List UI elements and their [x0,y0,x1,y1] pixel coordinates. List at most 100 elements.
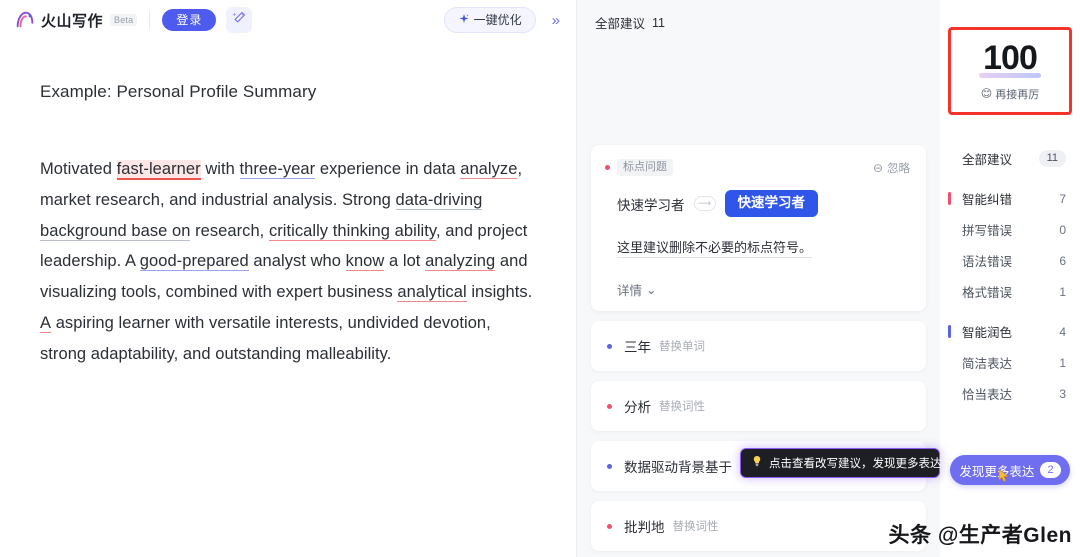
watermark: 头条 @生产者Glen [888,524,1072,547]
document-issue-mark[interactable]: A [40,313,52,333]
rewrite-tooltip-text: 点击查看改写建议，发现更多表达 [769,458,942,470]
discover-more-badge: 2 [1040,461,1061,479]
suggestion-header-count: 11 [652,15,665,30]
suggestion-correction-row: 快速学习者 ⟶ 快速学习者 [617,190,910,218]
document-issue-mark[interactable]: good-prepared [139,252,249,272]
brand-name: 火山写作 [41,12,104,30]
document-text-run: experience in data [315,160,461,178]
category-item-all[interactable]: 全部建议 11 [940,143,1080,174]
document-text-run: aspiring learner with versatile interest… [40,313,491,363]
apply-correction-button[interactable]: 快速学习者 [724,190,818,218]
suggestion-card[interactable]: 标点问题 ⊖ 忽略 快速学习者 ⟶ 快速学习者 这里建议删除不必要的标点符号。 … [591,145,926,312]
suggestion-card-tag-group: 标点问题 [605,159,673,177]
magic-wand-icon [232,10,247,30]
category-item-grammar[interactable]: 语法错误 6 [940,245,1080,276]
score-card: 100 😊 再接再厉 [952,27,1068,115]
document-issue-mark[interactable]: three-year [239,160,316,179]
category-spacer [940,174,1080,183]
ignore-suggestion-button[interactable]: ⊖ 忽略 [873,160,910,176]
category-item-correction[interactable]: 智能纠错 7 [940,183,1080,214]
login-button[interactable]: 登录 [162,9,217,31]
document-text-run: with [200,160,240,178]
document-body[interactable]: Motivated fast-learner with three-year e… [40,154,536,370]
suggestion-row-kind: 替换单词 [659,341,705,354]
suggestion-type-dot-icon [607,463,612,469]
category-label: 简洁表达 [962,357,1013,371]
document-text-run: analyst who [248,252,346,271]
beta-tag: Beta [110,14,138,26]
category-item-spelling[interactable]: 拼写错误 0 [940,214,1080,245]
suggestion-row-word: 三年 [624,340,651,356]
suggestion-details-toggle[interactable]: 详情 ⌄ [617,280,910,299]
document-editor[interactable]: Example: Personal Profile Summary Motiva… [0,40,576,557]
suggestion-header: 全部建议 11 [577,0,940,32]
category-item-concise[interactable]: 简洁表达 1 [940,347,1080,378]
score-underline-decoration [979,72,1041,78]
ignore-label: 忽略 [887,162,910,175]
suggestion-type-dot-icon [607,343,612,349]
document-title: Example: Personal Profile Summary [40,82,317,101]
category-label: 拼写错误 [962,224,1013,238]
category-label: 格式错误 [962,286,1013,300]
document-text-run: research, [190,221,269,240]
suggestion-type-dot-icon [605,165,610,171]
category-color-bar [948,192,951,205]
category-color-bar [948,325,951,338]
category-item-appropriate[interactable]: 恰当表达 3 [940,378,1080,409]
category-count: 6 [1059,253,1066,268]
original-text: 快速学习者 [617,197,685,213]
minus-circle-icon: ⊖ [872,160,883,175]
brand: 火山写作 Beta [14,9,138,31]
score-caption-row: 😊 再接再厉 [981,86,1039,102]
magic-wand-button[interactable] [226,7,253,33]
category-item-format[interactable]: 格式错误 1 [940,276,1080,307]
volcano-logo-icon [14,9,36,31]
category-label: 语法错误 [962,255,1013,269]
discover-more-expressions-button[interactable]: 发现更多表达 2 [950,455,1070,485]
document-issue-mark[interactable]: fast-learner [116,160,201,180]
one-click-optimize-label: 一键优化 [473,13,522,27]
arrow-right-icon: ⟶ [693,196,716,212]
score-column: 100 😊 再接再厉 全部建议 11 智能纠错 7 拼写错误 0 语法错误 6 … [940,0,1080,557]
editor-column: 火山写作 Beta 登录 一键优化 » Example: Personal Pr… [0,0,577,557]
category-badge: 11 [1038,149,1066,168]
suggestion-row-word: 批判地 [624,520,665,536]
discover-more-label: 发现更多表达 [959,464,1035,479]
document-issue-mark[interactable]: know [345,252,385,272]
suggestion-row-kind: 替换词性 [659,401,705,414]
category-label: 智能纠错 [962,193,1013,207]
toolbar-divider [149,11,151,29]
suggestion-card-header: 标点问题 ⊖ 忽略 [605,159,910,177]
category-label: 全部建议 [962,153,1013,167]
document-issue-mark[interactable]: analytical [397,283,467,303]
rewrite-tooltip: 点击查看改写建议，发现更多表达 [740,448,942,478]
category-count: 3 [1059,386,1066,401]
category-count: 0 [1059,222,1066,237]
collapse-panel-button[interactable]: » [546,11,566,30]
category-label: 智能润色 [962,326,1013,340]
category-count: 4 [1059,324,1066,339]
document-issue-mark[interactable]: critically thinking ability [268,221,436,241]
score-value: 100 [983,38,1038,77]
document-text-run: insights. [466,283,533,302]
sparkle-icon [458,13,470,27]
suggestion-row-word: 数据驱动背景基于 [624,460,732,476]
suggestion-type-dot-icon [607,523,612,529]
suggestion-tag: 标点问题 [617,159,673,177]
category-item-polish[interactable]: 智能润色 4 [940,316,1080,347]
suggestion-header-label: 全部建议 [595,17,646,31]
one-click-optimize-button[interactable]: 一键优化 [443,7,536,33]
suggestion-row[interactable]: 三年 替换单词 [591,321,926,372]
document-issue-mark[interactable]: analyzing [425,252,496,272]
suggestion-row-kind: 替换词性 [672,521,719,534]
smiley-icon: 😊 [980,88,993,100]
category-label: 恰当表达 [962,388,1013,402]
suggestion-row[interactable]: 批判地 替换词性 [591,501,926,552]
suggestion-list: 标点问题 ⊖ 忽略 快速学习者 ⟶ 快速学习者 这里建议删除不必要的标点符号。 … [577,32,940,557]
category-count: 7 [1059,191,1066,206]
document-text-run: a lot [384,252,426,271]
suggestion-row[interactable]: 分析 替换词性 [591,381,926,432]
lightbulb-icon [751,454,763,472]
document-issue-mark[interactable]: analyze [460,160,518,179]
document-text-run: Motivated [40,160,117,178]
